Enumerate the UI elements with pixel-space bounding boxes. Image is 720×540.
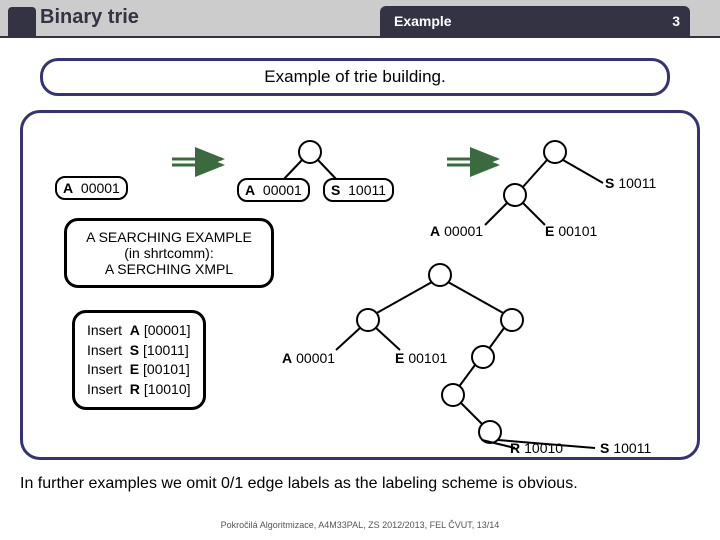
page-title: Binary trie <box>40 6 139 29</box>
node-a-step2: A 00001 <box>237 178 310 202</box>
node-a-step4: A00001 <box>282 350 335 366</box>
phrase-line2: (in shrtcomm): <box>81 245 257 261</box>
page-number: 3 <box>672 13 680 29</box>
section-heading: Example of trie building. <box>40 58 670 96</box>
node-s-step2: S 10011 <box>323 178 394 202</box>
tab-label: Example <box>394 13 452 29</box>
node-e-step4: E00101 <box>395 350 447 366</box>
insert-operations-box: Insert A [00001] Insert S [10011] Insert… <box>72 310 206 410</box>
node-a-step3: A00001 <box>430 223 483 239</box>
node-r-step4: R10010 <box>510 440 563 456</box>
header-accent-block <box>8 7 36 37</box>
header-tab: Example 3 <box>380 6 690 36</box>
footer-note: In further examples we omit 0/1 edge lab… <box>20 475 700 493</box>
insert-row-3: Insert R [10010] <box>87 380 191 400</box>
node-s-step3-right: S10011 <box>605 175 656 191</box>
header: Binary trie Example 3 <box>0 0 720 38</box>
insert-row-2: Insert E [00101] <box>87 360 191 380</box>
node-e-step3: E00101 <box>545 223 597 239</box>
example-phrase-box: A SEARCHING EXAMPLE (in shrtcomm): A SER… <box>64 218 274 288</box>
node-a-step1: A 00001 <box>55 176 128 200</box>
insert-row-1: Insert S [10011] <box>87 341 191 361</box>
insert-row-0: Insert A [00001] <box>87 321 191 341</box>
section-heading-text: Example of trie building. <box>264 67 445 87</box>
node-s-step4: S10011 <box>600 440 651 456</box>
footer-meta: Pokročilá Algoritmizace, A4M33PAL, ZS 20… <box>0 520 720 530</box>
phrase-line1: A SEARCHING EXAMPLE <box>81 229 257 245</box>
phrase-line3: A SERCHING XMPL <box>81 261 257 277</box>
